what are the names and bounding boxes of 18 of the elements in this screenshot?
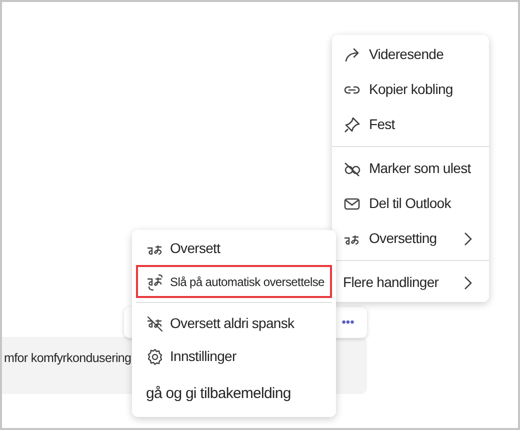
menu-item[interactable]: Innstillinger xyxy=(132,340,336,373)
auto-translate-icon xyxy=(146,272,164,290)
crossed-glasses-icon xyxy=(343,160,361,178)
menu-item[interactable]: Del til Outlook xyxy=(332,186,489,221)
message-text: mfor komfyrkondusering xyxy=(4,350,132,367)
menu-item[interactable]: Marker som ulest xyxy=(332,151,489,186)
forward-arrow-icon xyxy=(343,46,361,64)
menu-item[interactable]: Slå på automatisk oversettelse xyxy=(136,265,332,298)
menu-item[interactable]: Flere handlinger xyxy=(332,265,489,300)
menu-item[interactable]: Kopier kobling xyxy=(332,72,489,107)
menu-item[interactable]: Oversett aldri spansk xyxy=(132,307,336,340)
menu-item[interactable]: gå og gi tilbakemelding xyxy=(132,373,336,415)
settings-icon xyxy=(146,348,164,366)
crossed-translate-icon xyxy=(146,314,164,332)
menu-item[interactable]: Videresende xyxy=(332,37,489,72)
pin-icon xyxy=(343,116,361,134)
menu-item[interactable]: Fest xyxy=(332,107,489,142)
more-options-button[interactable]: ••• xyxy=(338,313,358,331)
